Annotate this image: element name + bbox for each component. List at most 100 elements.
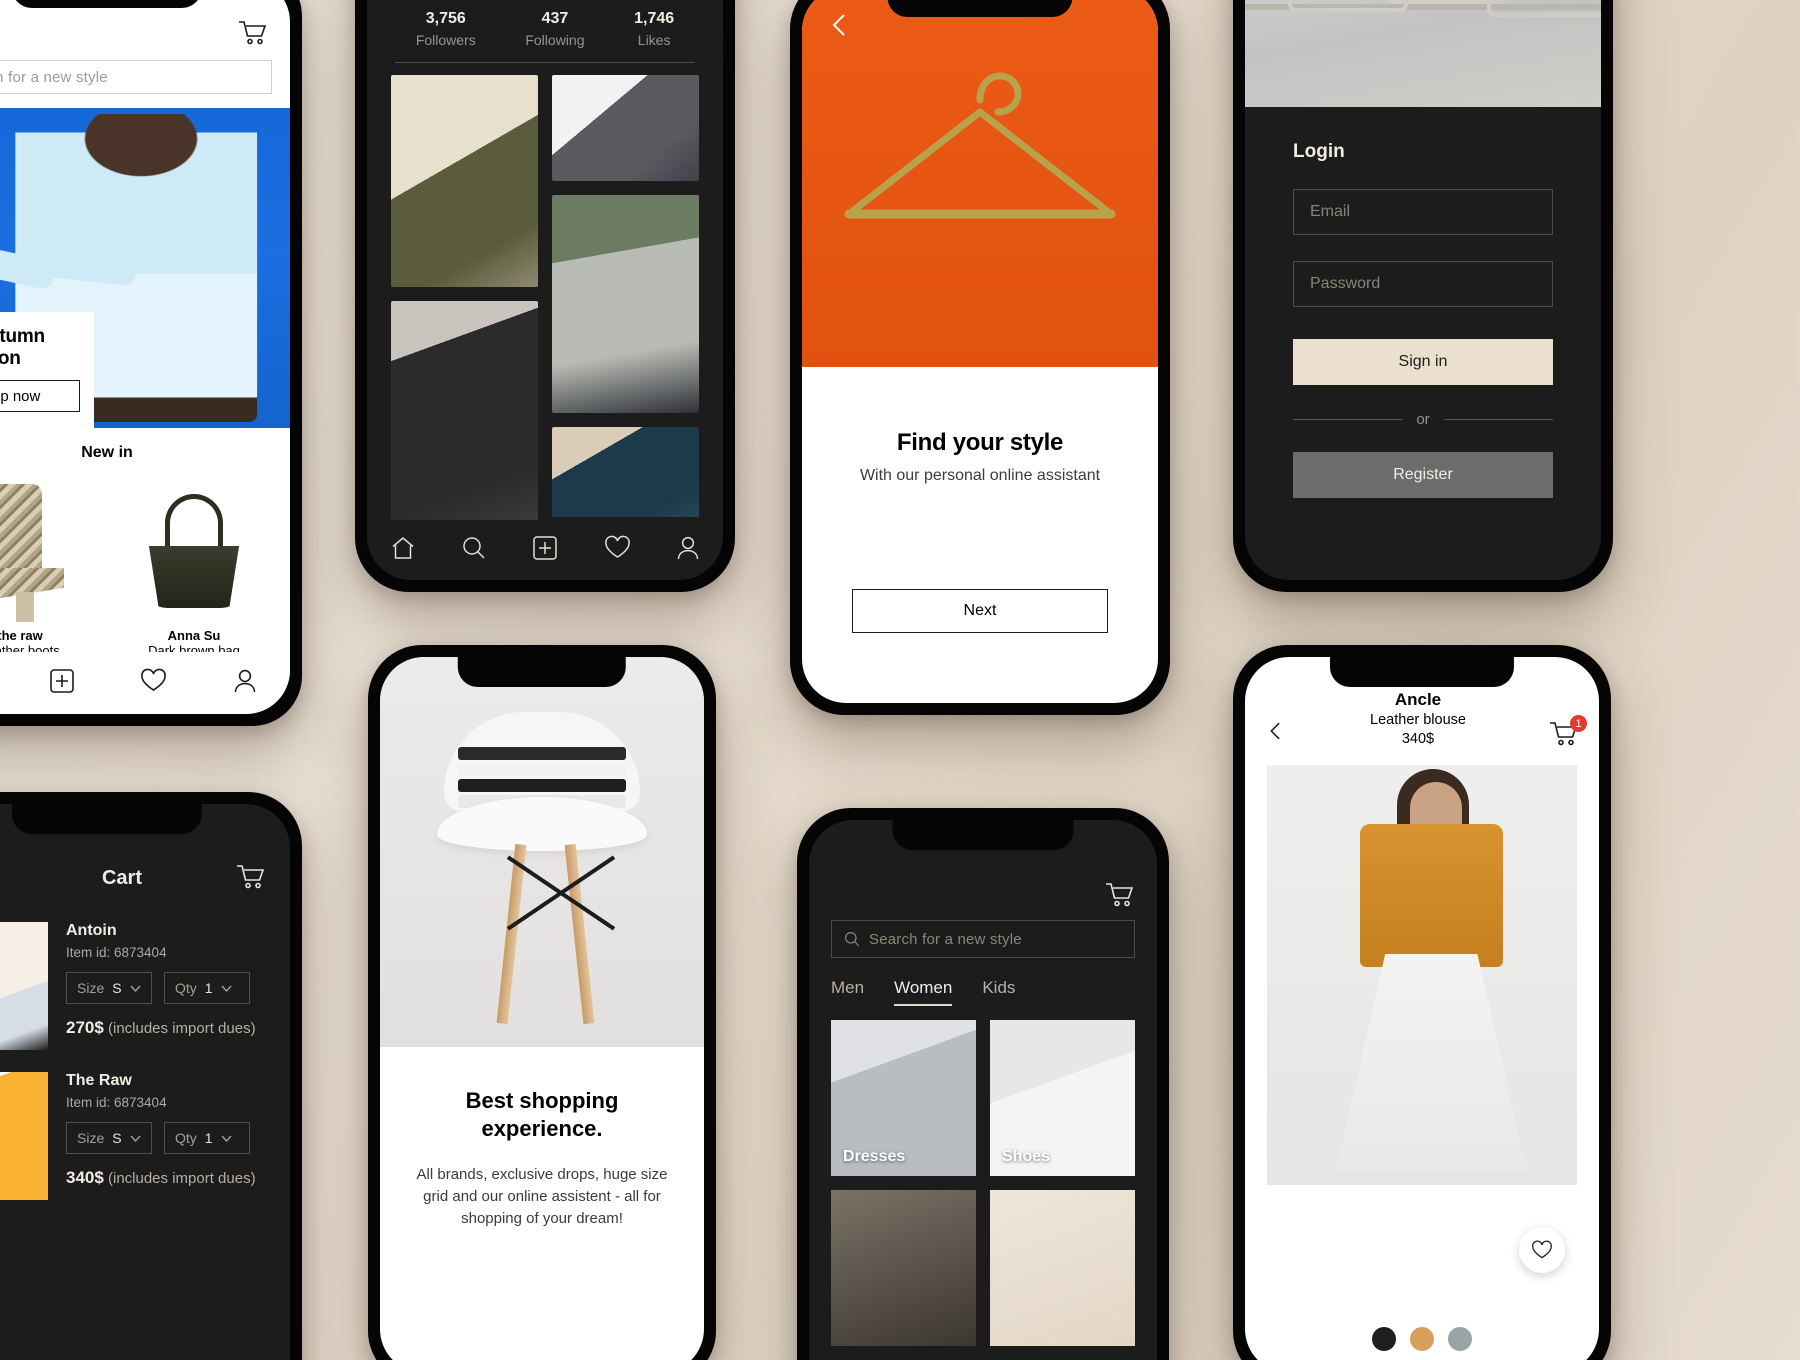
phone-cart: Cart Antoin Item id: 6873404 Size S Qty … xyxy=(0,792,302,1360)
tab-kids[interactable]: Kids xyxy=(982,978,1015,998)
heart-icon[interactable] xyxy=(604,535,631,565)
swatch-black[interactable] xyxy=(1372,1327,1396,1351)
size-select[interactable]: Size S xyxy=(66,1122,152,1154)
category-card-3[interactable] xyxy=(831,1190,976,1346)
cart-icon[interactable]: 1 xyxy=(1549,715,1587,747)
phone-onboard-style: Find your style With our personal online… xyxy=(790,0,1170,715)
stat-following[interactable]: 437 Following xyxy=(525,10,584,48)
plus-square-icon[interactable] xyxy=(532,535,558,566)
stat-followers[interactable]: 3,756 Followers xyxy=(416,10,476,48)
profile-stats: 3,756 Followers 437 Following 1,746 Like… xyxy=(367,0,723,48)
product-brand: Ancle xyxy=(1394,690,1442,709)
size-value: S xyxy=(112,980,122,996)
login-form: Login Email Password Sign in or Register xyxy=(1245,107,1601,498)
qty-label: Qty xyxy=(175,980,197,996)
home-screen: Search for a new style New autumn collec… xyxy=(0,0,290,714)
login-title: Login xyxy=(1293,141,1345,162)
cart-item-id: Item id: 6873404 xyxy=(66,945,167,960)
hero-promo-card: New autumn collection Shop now xyxy=(0,312,94,428)
cart-icon[interactable] xyxy=(238,20,268,46)
qty-select[interactable]: Qty 1 xyxy=(164,972,250,1004)
size-select[interactable]: Size S xyxy=(66,972,152,1004)
person-icon[interactable] xyxy=(233,668,257,699)
cart-item-price-row: 270$ (includes import dues) xyxy=(66,1018,256,1038)
size-label: Size xyxy=(77,980,105,996)
cart-item-name: Antoin xyxy=(66,922,117,939)
password-field[interactable]: Password xyxy=(1293,261,1553,307)
search-placeholder: Search for a new style xyxy=(869,930,1022,948)
email-field[interactable]: Email xyxy=(1293,189,1553,235)
sign-in-button[interactable]: Sign in xyxy=(1293,339,1553,385)
product-card[interactable]: the raw Leather boots 340$ xyxy=(0,472,102,673)
category-card-shoes[interactable]: Shoes xyxy=(990,1020,1135,1176)
swatch-grey[interactable] xyxy=(1448,1327,1472,1351)
size-label: Size xyxy=(77,1130,105,1146)
chevron-left-icon[interactable] xyxy=(1265,720,1287,747)
heart-icon[interactable] xyxy=(1519,1227,1565,1273)
cart-item-thumbnail[interactable] xyxy=(0,922,48,1050)
cart-item-thumbnail[interactable] xyxy=(0,1072,48,1200)
chevron-left-icon[interactable] xyxy=(826,11,854,39)
swatch-tan[interactable] xyxy=(1410,1327,1434,1351)
category-label: Dresses xyxy=(843,1148,906,1165)
profile-photo-grid xyxy=(367,63,723,521)
register-button[interactable]: Register xyxy=(1293,452,1553,498)
stat-likes[interactable]: 1,746 Likes xyxy=(634,10,674,48)
heart-icon[interactable] xyxy=(140,668,167,698)
phone-product: Ancle Leather blouse 340$ 1 xyxy=(1233,645,1611,1360)
grid-photo[interactable] xyxy=(552,427,699,517)
grid-photo[interactable] xyxy=(552,75,699,181)
category-card-4[interactable] xyxy=(990,1190,1135,1346)
next-button[interactable]: Next xyxy=(852,589,1108,633)
tab-men[interactable]: Men xyxy=(831,978,864,998)
tab-women[interactable]: Women xyxy=(894,978,953,1006)
or-label: or xyxy=(1416,411,1430,428)
catalog-screen: Search for a new style Men Women Kids Dr… xyxy=(809,820,1157,1360)
new-in-products: the raw Leather boots 340$ Anna Su Dark … xyxy=(0,462,290,673)
hangers-photo xyxy=(1245,0,1601,107)
chevron-down-icon xyxy=(221,1130,232,1146)
chevron-down-icon xyxy=(221,980,232,996)
notch xyxy=(11,0,203,8)
onboard-subtitle: With our personal online assistant xyxy=(859,467,1101,484)
stat-value: 437 xyxy=(541,10,569,27)
category-card-dresses[interactable]: Dresses xyxy=(831,1020,976,1176)
cart-badge: 1 xyxy=(1570,715,1587,732)
onboard-experience-screen: Best shopping experience. All brands, ex… xyxy=(380,657,704,1360)
cart-item-name: The Raw xyxy=(66,1072,132,1089)
search-input[interactable]: Search for a new style xyxy=(0,60,272,94)
cart-icon[interactable] xyxy=(1105,882,1135,908)
stat-value: 3,756 xyxy=(425,10,466,27)
cart-item: The Raw Item id: 6873404 Size S Qty 1 34… xyxy=(0,1050,290,1200)
chevron-down-icon xyxy=(130,980,141,996)
phone-login: Login Email Password Sign in or Register xyxy=(1233,0,1613,592)
profile-screen: 3,756 Followers 437 Following 1,746 Like… xyxy=(367,0,723,580)
plus-square-icon[interactable] xyxy=(49,668,75,699)
onboard-body: All brands, exclusive drops, huge size g… xyxy=(416,1166,668,1227)
grid-photo[interactable] xyxy=(391,301,538,521)
qty-select[interactable]: Qty 1 xyxy=(164,1122,250,1154)
person-icon[interactable] xyxy=(676,535,700,566)
qty-label: Qty xyxy=(175,1130,197,1146)
catalog-tabs: Men Women Kids xyxy=(809,958,1157,1006)
chevron-down-icon xyxy=(130,1130,141,1146)
cart-screen: Cart Antoin Item id: 6873404 Size S Qty … xyxy=(0,804,290,1360)
product-card[interactable]: Anna Su Dark brown bag 730$ xyxy=(112,472,276,673)
product-image[interactable] xyxy=(1267,765,1577,1185)
cart-item-price-note: (includes import dues) xyxy=(108,1170,256,1187)
category-grid: Dresses Shoes xyxy=(809,998,1157,1346)
home-tabbar xyxy=(0,652,290,714)
product-price: 340$ xyxy=(1401,731,1435,747)
shop-now-button[interactable]: Shop now xyxy=(0,380,80,412)
search-icon[interactable] xyxy=(461,535,487,566)
hero-banner[interactable]: New autumn collection Shop now xyxy=(0,108,290,428)
cart-icon[interactable] xyxy=(236,864,266,890)
home-icon[interactable] xyxy=(390,535,416,566)
grid-photo[interactable] xyxy=(552,195,699,413)
search-input[interactable]: Search for a new style xyxy=(831,920,1135,958)
grid-photo[interactable] xyxy=(391,75,538,287)
cart-item: Antoin Item id: 6873404 Size S Qty 1 270… xyxy=(0,900,290,1050)
category-label: Shoes xyxy=(1002,1148,1051,1165)
stat-label: Followers xyxy=(415,32,476,48)
page-title: Cart xyxy=(101,867,142,889)
